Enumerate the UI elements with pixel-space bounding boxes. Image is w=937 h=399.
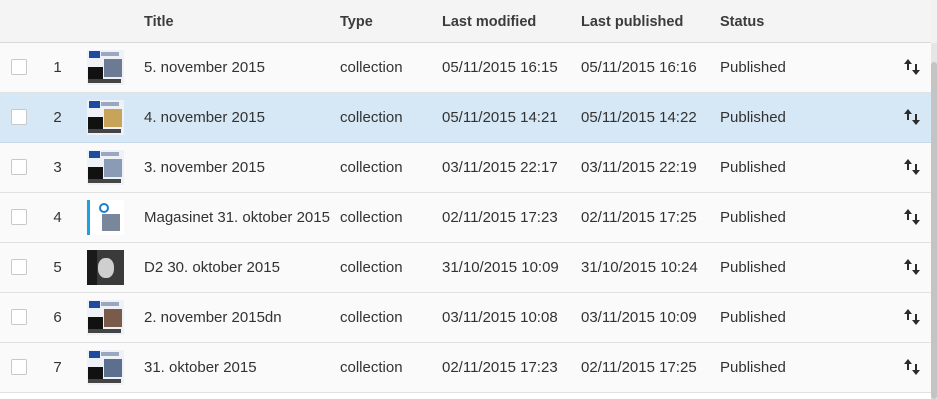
- row-status: Published: [720, 259, 786, 276]
- row-status: Published: [720, 109, 786, 126]
- cover-thumbnail[interactable]: [87, 100, 124, 135]
- row-last-published: 05/11/2015 16:16: [581, 59, 697, 76]
- row-last-modified: 05/11/2015 14:21: [442, 109, 558, 126]
- row-last-modified: 05/11/2015 16:15: [442, 59, 558, 76]
- column-header-type[interactable]: Type: [340, 14, 373, 30]
- table-header: Title Type Last modified Last published …: [0, 0, 931, 43]
- row-last-modified: 31/10/2015 10:09: [442, 259, 559, 276]
- row-title[interactable]: 5. november 2015: [144, 59, 265, 76]
- row-title[interactable]: 4. november 2015: [144, 109, 265, 126]
- column-header-last-modified[interactable]: Last modified: [442, 14, 536, 30]
- cover-thumbnail[interactable]: [87, 50, 124, 85]
- cover-thumbnail[interactable]: [87, 150, 124, 185]
- row-status: Published: [720, 59, 786, 76]
- column-header-status[interactable]: Status: [720, 14, 764, 30]
- row-last-published: 02/11/2015 17:25: [581, 359, 697, 376]
- cover-thumbnail[interactable]: [87, 350, 124, 385]
- reorder-arrows-icon[interactable]: [903, 357, 921, 377]
- column-header-last-published[interactable]: Last published: [581, 14, 683, 30]
- row-type: collection: [340, 359, 403, 376]
- reorder-arrows-icon[interactable]: [903, 207, 921, 227]
- row-title[interactable]: 2. november 2015dn: [144, 309, 282, 326]
- row-last-published: 03/11/2015 10:09: [581, 309, 697, 326]
- row-type: collection: [340, 209, 403, 226]
- cover-thumbnail[interactable]: [87, 300, 124, 335]
- row-status: Published: [720, 209, 786, 226]
- row-status: Published: [720, 359, 786, 376]
- column-header-title[interactable]: Title: [144, 14, 174, 30]
- table-row[interactable]: 3 3. november 2015 collection 03/11/2015 22…: [0, 143, 931, 193]
- cover-thumbnail[interactable]: [87, 200, 124, 235]
- row-last-published: 03/11/2015 22:19: [581, 159, 697, 176]
- row-type: collection: [340, 59, 403, 76]
- collections-table: Title Type Last modified Last published …: [0, 0, 931, 393]
- row-last-published: 31/10/2015 10:24: [581, 259, 698, 276]
- row-title[interactable]: D2 30. oktober 2015: [144, 259, 280, 276]
- table-row[interactable]: 7 31. oktober 2015 collection 02/11/2015 17…: [0, 343, 931, 393]
- row-last-published: 02/11/2015 17:25: [581, 209, 697, 226]
- reorder-arrows-icon[interactable]: [903, 57, 921, 77]
- row-title[interactable]: 31. oktober 2015: [144, 359, 257, 376]
- row-last-published: 05/11/2015 14:22: [581, 109, 697, 126]
- table-row[interactable]: 6 2. november 2015dn collection 03/11/2015 …: [0, 293, 931, 343]
- scrollbar-thumb[interactable]: [931, 62, 937, 399]
- table-row[interactable]: 5 D2 30. oktober 2015 collection 31/10/2015…: [0, 243, 931, 293]
- table-row[interactable]: 2 4. november 2015 collection 05/11/2015 14…: [0, 93, 931, 143]
- row-last-modified: 02/11/2015 17:23: [442, 359, 558, 376]
- row-type: collection: [340, 109, 403, 126]
- row-type: collection: [340, 159, 403, 176]
- row-status: Published: [720, 159, 786, 176]
- row-type: collection: [340, 259, 403, 276]
- table-row[interactable]: 1 5. november 2015 collection 05/11/2015 16…: [0, 43, 931, 93]
- reorder-arrows-icon[interactable]: [903, 257, 921, 277]
- row-last-modified: 03/11/2015 10:08: [442, 309, 558, 326]
- row-title[interactable]: 3. november 2015: [144, 159, 265, 176]
- reorder-arrows-icon[interactable]: [903, 307, 921, 327]
- row-status: Published: [720, 309, 786, 326]
- row-type: collection: [340, 309, 403, 326]
- row-title[interactable]: Magasinet 31. oktober 2015: [144, 209, 330, 226]
- cover-thumbnail[interactable]: [87, 250, 124, 285]
- row-last-modified: 02/11/2015 17:23: [442, 209, 558, 226]
- reorder-arrows-icon[interactable]: [903, 107, 921, 127]
- table-row[interactable]: 4 Magasinet 31. oktober 2015 collection 02/…: [0, 193, 931, 243]
- row-last-modified: 03/11/2015 22:17: [442, 159, 558, 176]
- reorder-arrows-icon[interactable]: [903, 157, 921, 177]
- table-body: 1 5. november 2015 collection 05/11/2015 16…: [0, 43, 931, 393]
- vertical-scrollbar[interactable]: [931, 0, 937, 399]
